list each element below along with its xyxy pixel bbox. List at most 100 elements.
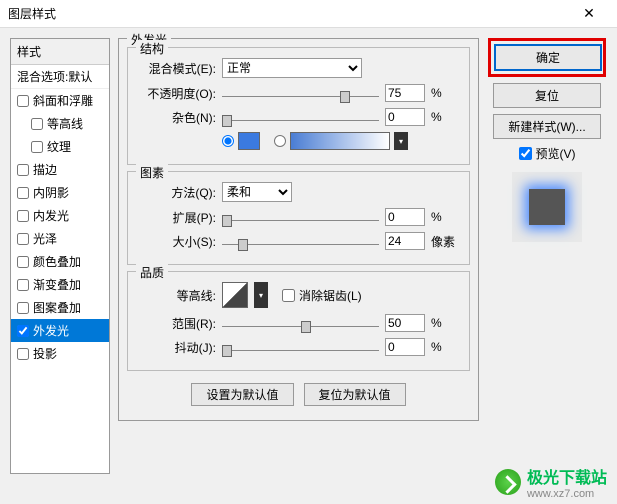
technique-select[interactable]: 柔和 [222, 182, 292, 202]
range-slider[interactable] [222, 315, 379, 331]
style-checkbox[interactable] [17, 302, 29, 314]
styles-list: 样式 混合选项:默认 斜面和浮雕等高线纹理描边内阴影内发光光泽颜色叠加渐变叠加图… [10, 38, 110, 474]
opacity-unit: % [431, 86, 461, 100]
style-item-纹理[interactable]: 纹理 [11, 135, 109, 158]
style-label: 图案叠加 [33, 299, 81, 316]
technique-label: 方法(Q): [136, 184, 216, 201]
spread-slider[interactable] [222, 209, 379, 225]
elements-title: 图素 [136, 164, 168, 181]
spread-label: 扩展(P): [136, 209, 216, 226]
spread-unit: % [431, 210, 461, 224]
style-checkbox[interactable] [17, 279, 29, 291]
set-default-button[interactable]: 设置为默认值 [191, 383, 293, 406]
outer-glow-panel: 外发光 结构 混合模式(E): 正常 不透明度(O): % 杂色(N): [118, 38, 479, 421]
style-label: 光泽 [33, 230, 57, 247]
noise-label: 杂色(N): [136, 109, 216, 126]
style-label: 描边 [33, 161, 57, 178]
gradient-radio[interactable] [274, 135, 286, 147]
style-checkbox[interactable] [17, 256, 29, 268]
jitter-input[interactable] [385, 338, 425, 356]
style-item-外发光[interactable]: 外发光 [11, 319, 109, 342]
style-label: 投影 [33, 345, 57, 362]
blend-mode-select[interactable]: 正常 [222, 58, 362, 78]
new-style-button[interactable]: 新建样式(W)... [493, 114, 601, 139]
style-checkbox[interactable] [17, 187, 29, 199]
gradient-swatch[interactable] [290, 132, 390, 150]
brand-url: www.xz7.com [527, 488, 607, 500]
reset-button[interactable]: 复位 [493, 83, 601, 108]
style-item-内阴影[interactable]: 内阴影 [11, 181, 109, 204]
reset-default-button[interactable]: 复位为默认值 [304, 383, 406, 406]
brand-name: 极光下载站 [527, 464, 607, 488]
contour-swatch[interactable] [222, 282, 248, 308]
style-label: 内阴影 [33, 184, 69, 201]
jitter-label: 抖动(J): [136, 339, 216, 356]
blend-mode-label: 混合模式(E): [136, 60, 216, 77]
opacity-input[interactable] [385, 84, 425, 102]
preview-label: 预览(V) [536, 145, 576, 162]
color-swatch[interactable] [238, 132, 260, 150]
antialias-checkbox[interactable] [282, 289, 295, 302]
style-item-投影[interactable]: 投影 [11, 342, 109, 365]
style-item-等高线[interactable]: 等高线 [11, 112, 109, 135]
style-item-斜面和浮雕[interactable]: 斜面和浮雕 [11, 89, 109, 112]
opacity-slider[interactable] [222, 85, 379, 101]
opacity-label: 不透明度(O): [136, 85, 216, 102]
style-checkbox[interactable] [31, 118, 43, 130]
jitter-unit: % [431, 340, 461, 354]
style-checkbox[interactable] [31, 141, 43, 153]
style-item-内发光[interactable]: 内发光 [11, 204, 109, 227]
style-checkbox[interactable] [17, 348, 29, 360]
range-label: 范围(R): [136, 315, 216, 332]
style-label: 内发光 [33, 207, 69, 224]
range-unit: % [431, 316, 461, 330]
size-unit: 像素 [431, 233, 461, 250]
jitter-slider[interactable] [222, 339, 379, 355]
style-checkbox[interactable] [17, 95, 29, 107]
range-input[interactable] [385, 314, 425, 332]
brand-logo-icon [495, 469, 521, 495]
ok-button[interactable]: 确定 [494, 44, 602, 71]
structure-group: 结构 混合模式(E): 正常 不透明度(O): % 杂色(N): % [127, 47, 470, 165]
window-title: 图层样式 [8, 5, 569, 22]
blend-options[interactable]: 混合选项:默认 [11, 65, 109, 89]
noise-input[interactable] [385, 108, 425, 126]
style-item-图案叠加[interactable]: 图案叠加 [11, 296, 109, 319]
elements-group: 图素 方法(Q): 柔和 扩展(P): % 大小(S): 像素 [127, 171, 470, 265]
close-icon[interactable]: ✕ [569, 5, 609, 22]
size-slider[interactable] [222, 233, 379, 249]
style-item-描边[interactable]: 描边 [11, 158, 109, 181]
quality-group: 品质 等高线: ▾ 消除锯齿(L) 范围(R): % [127, 271, 470, 371]
style-checkbox[interactable] [17, 233, 29, 245]
style-label: 纹理 [47, 138, 71, 155]
preview-box [512, 172, 582, 242]
style-item-渐变叠加[interactable]: 渐变叠加 [11, 273, 109, 296]
spread-input[interactable] [385, 208, 425, 226]
contour-label: 等高线: [136, 287, 216, 304]
size-label: 大小(S): [136, 233, 216, 250]
style-label: 斜面和浮雕 [33, 92, 93, 109]
style-item-颜色叠加[interactable]: 颜色叠加 [11, 250, 109, 273]
watermark: 极光下载站 www.xz7.com [495, 464, 607, 500]
preview-checkbox[interactable] [519, 147, 532, 160]
noise-unit: % [431, 110, 461, 124]
antialias-label: 消除锯齿(L) [299, 287, 362, 304]
styles-header: 样式 [11, 39, 109, 65]
preview-swatch [529, 189, 565, 225]
style-checkbox[interactable] [17, 325, 29, 337]
style-label: 外发光 [33, 322, 69, 339]
style-label: 渐变叠加 [33, 276, 81, 293]
quality-title: 品质 [136, 264, 168, 281]
style-label: 颜色叠加 [33, 253, 81, 270]
style-checkbox[interactable] [17, 210, 29, 222]
ok-highlight: 确定 [488, 38, 606, 77]
size-input[interactable] [385, 232, 425, 250]
style-item-光泽[interactable]: 光泽 [11, 227, 109, 250]
color-radio[interactable] [222, 135, 234, 147]
style-label: 等高线 [47, 115, 83, 132]
contour-dropdown-icon[interactable]: ▾ [254, 282, 268, 308]
gradient-dropdown-icon[interactable]: ▾ [394, 132, 408, 150]
structure-title: 结构 [136, 40, 168, 57]
noise-slider[interactable] [222, 109, 379, 125]
style-checkbox[interactable] [17, 164, 29, 176]
